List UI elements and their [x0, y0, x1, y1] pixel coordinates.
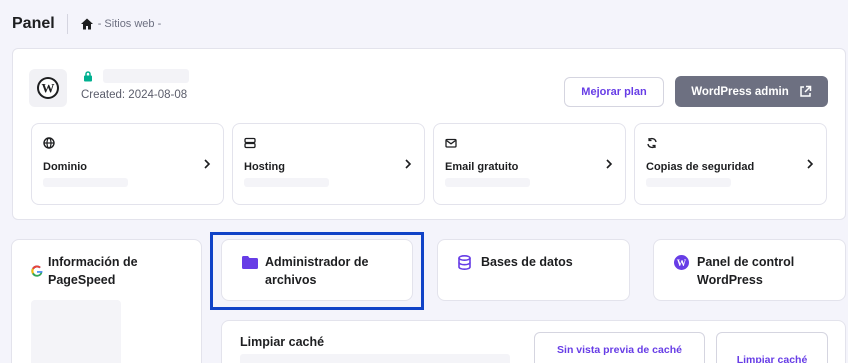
tile-label: Dominio [43, 161, 87, 173]
server-icon [244, 137, 256, 149]
card-label: Bases de datos [481, 255, 573, 269]
tile-label: Email gratuito [445, 161, 519, 173]
pagespeed-card[interactable]: Información de PageSpeed [11, 239, 202, 363]
wordpress-panel-card[interactable]: W Panel de control WordPress [653, 239, 846, 301]
card-label: Panel de control WordPress [697, 255, 795, 287]
breadcrumb[interactable]: - Sitios web - [98, 18, 162, 30]
tile-label: Copias de seguridad [646, 161, 755, 173]
site-overview-card: W Created: 2024-08-08 Mejorar plan WordP… [12, 48, 846, 220]
cache-card: Limpiar caché Sin vista previa de caché … [221, 320, 846, 363]
chevron-right-icon [405, 159, 412, 169]
pagespeed-score-redacted [31, 300, 121, 363]
chevron-right-icon [606, 159, 613, 169]
chevron-right-icon [204, 159, 211, 169]
wordpress-admin-button[interactable]: WordPress admin [675, 76, 828, 107]
svg-text:W: W [42, 81, 55, 96]
cache-description-redacted [240, 354, 510, 363]
database-icon [458, 255, 471, 270]
backup-icon [647, 137, 657, 149]
tile-hosting[interactable]: Hosting [232, 123, 425, 205]
clear-cache-button[interactable]: Limpiar caché [716, 332, 828, 363]
wordpress-logo-icon: W [29, 69, 67, 107]
google-icon [31, 265, 43, 277]
header-divider [66, 14, 68, 34]
external-link-icon [800, 85, 812, 97]
tile-value-redacted [445, 178, 530, 187]
upgrade-plan-button[interactable]: Mejorar plan [564, 77, 664, 107]
tile-value-redacted [43, 178, 128, 187]
tile-value-redacted [646, 178, 731, 187]
tile-backups[interactable]: Copias de seguridad [634, 123, 827, 205]
cache-title: Limpiar caché [240, 335, 325, 349]
page-title: Panel [12, 15, 55, 32]
home-icon[interactable] [80, 17, 94, 31]
wordpress-icon: W [674, 255, 689, 270]
selection-highlight [210, 232, 424, 310]
tile-label: Hosting [244, 161, 285, 173]
svg-text:W: W [677, 259, 687, 269]
created-date: Created: 2024-08-08 [81, 89, 188, 101]
no-cache-preview-button[interactable]: Sin vista previa de caché [534, 332, 705, 363]
tile-dominio[interactable]: Dominio [31, 123, 224, 205]
databases-card[interactable]: Bases de datos [437, 239, 630, 301]
chevron-right-icon [807, 159, 814, 169]
page-header: Panel - Sitios web - [12, 13, 161, 35]
mail-icon [445, 138, 457, 148]
globe-icon [43, 137, 55, 149]
lock-icon [84, 71, 92, 82]
site-name-redacted [103, 69, 189, 83]
tile-email[interactable]: Email gratuito [433, 123, 626, 205]
wordpress-admin-label: WordPress admin [691, 85, 789, 98]
tile-value-redacted [244, 178, 329, 187]
card-label: Información de PageSpeed [48, 255, 138, 287]
